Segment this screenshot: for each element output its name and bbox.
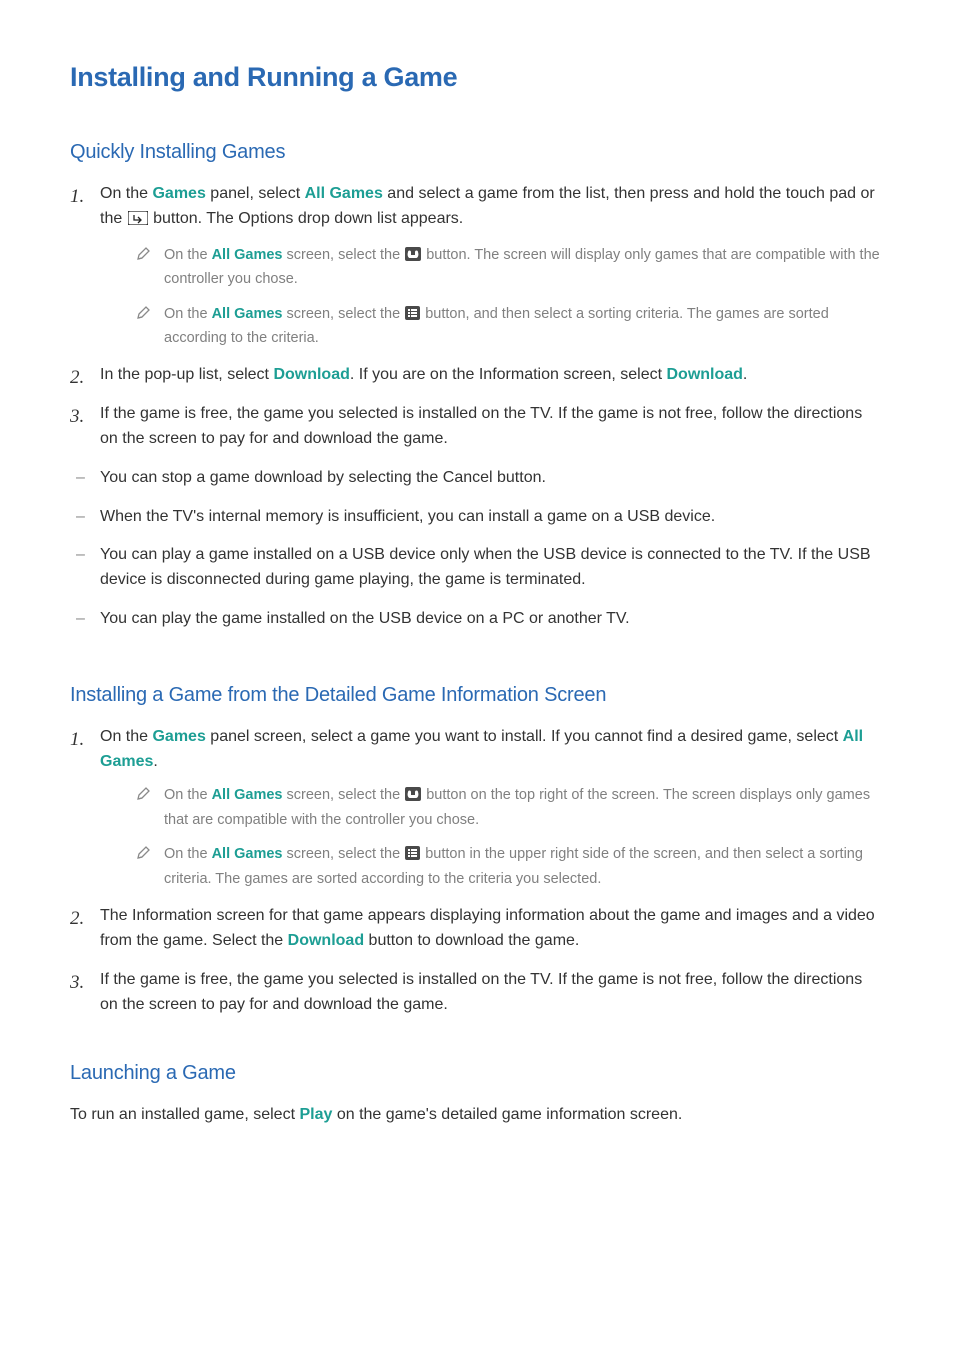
- note-text: On the: [164, 247, 212, 263]
- keyword-download: Download: [666, 366, 742, 383]
- step-text: .: [153, 753, 157, 770]
- step-number: 1.: [70, 725, 84, 754]
- note-text: On the: [164, 787, 212, 803]
- note: On the All Games screen, select the butt…: [136, 303, 884, 350]
- para-text: on the game's detailed game information …: [332, 1106, 682, 1123]
- note-text: screen, select the: [282, 306, 404, 322]
- step-text: In the pop-up list, select: [100, 366, 273, 383]
- step-text: On the: [100, 185, 152, 202]
- section-heading-launching: Launching a Game: [70, 1062, 884, 1085]
- section-heading-detailed-install: Installing a Game from the Detailed Game…: [70, 684, 884, 707]
- list-icon: [405, 845, 420, 867]
- step-1: 1. On the Games panel screen, select a g…: [100, 725, 884, 890]
- controller-icon: [405, 786, 421, 808]
- keyword-all-games: All Games: [212, 247, 283, 263]
- step-number: 3.: [70, 968, 84, 997]
- keyword-download: Download: [288, 932, 364, 949]
- step-3: 3. If the game is free, the game you sel…: [100, 968, 884, 1018]
- section-heading-quick-install: Quickly Installing Games: [70, 141, 884, 164]
- keyword-all-games: All Games: [305, 185, 383, 202]
- list-item: You can play the game installed on the U…: [100, 607, 884, 632]
- note: On the All Games screen, select the butt…: [136, 843, 884, 890]
- keyword-games: Games: [152, 185, 205, 202]
- step-text: panel, select: [206, 185, 305, 202]
- step-text: panel screen, select a game you want to …: [206, 728, 843, 745]
- note-text: screen, select the: [282, 846, 404, 862]
- note: On the All Games screen, select the butt…: [136, 784, 884, 831]
- keyword-play: Play: [299, 1106, 332, 1123]
- detailed-install-steps: 1. On the Games panel screen, select a g…: [70, 725, 884, 1018]
- quick-install-bullets: You can stop a game download by selectin…: [70, 466, 884, 632]
- step-text: button to download the game.: [364, 932, 579, 949]
- note: On the All Games screen, select the butt…: [136, 244, 884, 291]
- pencil-icon: [136, 786, 150, 800]
- note-text: screen, select the: [282, 787, 404, 803]
- step-number: 3.: [70, 402, 84, 431]
- launching-paragraph: To run an installed game, select Play on…: [70, 1103, 884, 1128]
- keyword-download: Download: [273, 366, 349, 383]
- controller-icon: [405, 246, 421, 268]
- note-text: On the: [164, 306, 212, 322]
- step-text: On the: [100, 728, 152, 745]
- step-text: .: [743, 366, 747, 383]
- keyword-games: Games: [152, 728, 205, 745]
- list-icon: [405, 305, 420, 327]
- step-number: 2.: [70, 363, 84, 392]
- page-title: Installing and Running a Game: [70, 62, 884, 93]
- step-2: 2. The Information screen for that game …: [100, 904, 884, 954]
- pencil-icon: [136, 845, 150, 859]
- step-text: . If you are on the Information screen, …: [350, 366, 667, 383]
- note-text: screen, select the: [282, 247, 404, 263]
- step-3: 3. If the game is free, the game you sel…: [100, 402, 884, 452]
- keyword-all-games: All Games: [212, 306, 283, 322]
- step-text: button. The Options drop down list appea…: [149, 210, 464, 227]
- list-item: You can play a game installed on a USB d…: [100, 543, 884, 593]
- step-2: 2. In the pop-up list, select Download. …: [100, 363, 884, 388]
- list-item: When the TV's internal memory is insuffi…: [100, 505, 884, 530]
- step-text: If the game is free, the game you select…: [100, 405, 862, 447]
- enter-button-icon: [128, 209, 148, 234]
- step-1-notes: On the All Games screen, select the butt…: [100, 784, 884, 890]
- step-number: 2.: [70, 904, 84, 933]
- pencil-icon: [136, 305, 150, 319]
- step-1-notes: On the All Games screen, select the butt…: [100, 244, 884, 350]
- keyword-all-games: All Games: [212, 787, 283, 803]
- step-1: 1. On the Games panel, select All Games …: [100, 182, 884, 349]
- quick-install-steps: 1. On the Games panel, select All Games …: [70, 182, 884, 452]
- para-text: To run an installed game, select: [70, 1106, 299, 1123]
- list-item: You can stop a game download by selectin…: [100, 466, 884, 491]
- pencil-icon: [136, 246, 150, 260]
- keyword-all-games: All Games: [212, 846, 283, 862]
- note-text: On the: [164, 846, 212, 862]
- step-number: 1.: [70, 182, 84, 211]
- step-text: If the game is free, the game you select…: [100, 971, 862, 1013]
